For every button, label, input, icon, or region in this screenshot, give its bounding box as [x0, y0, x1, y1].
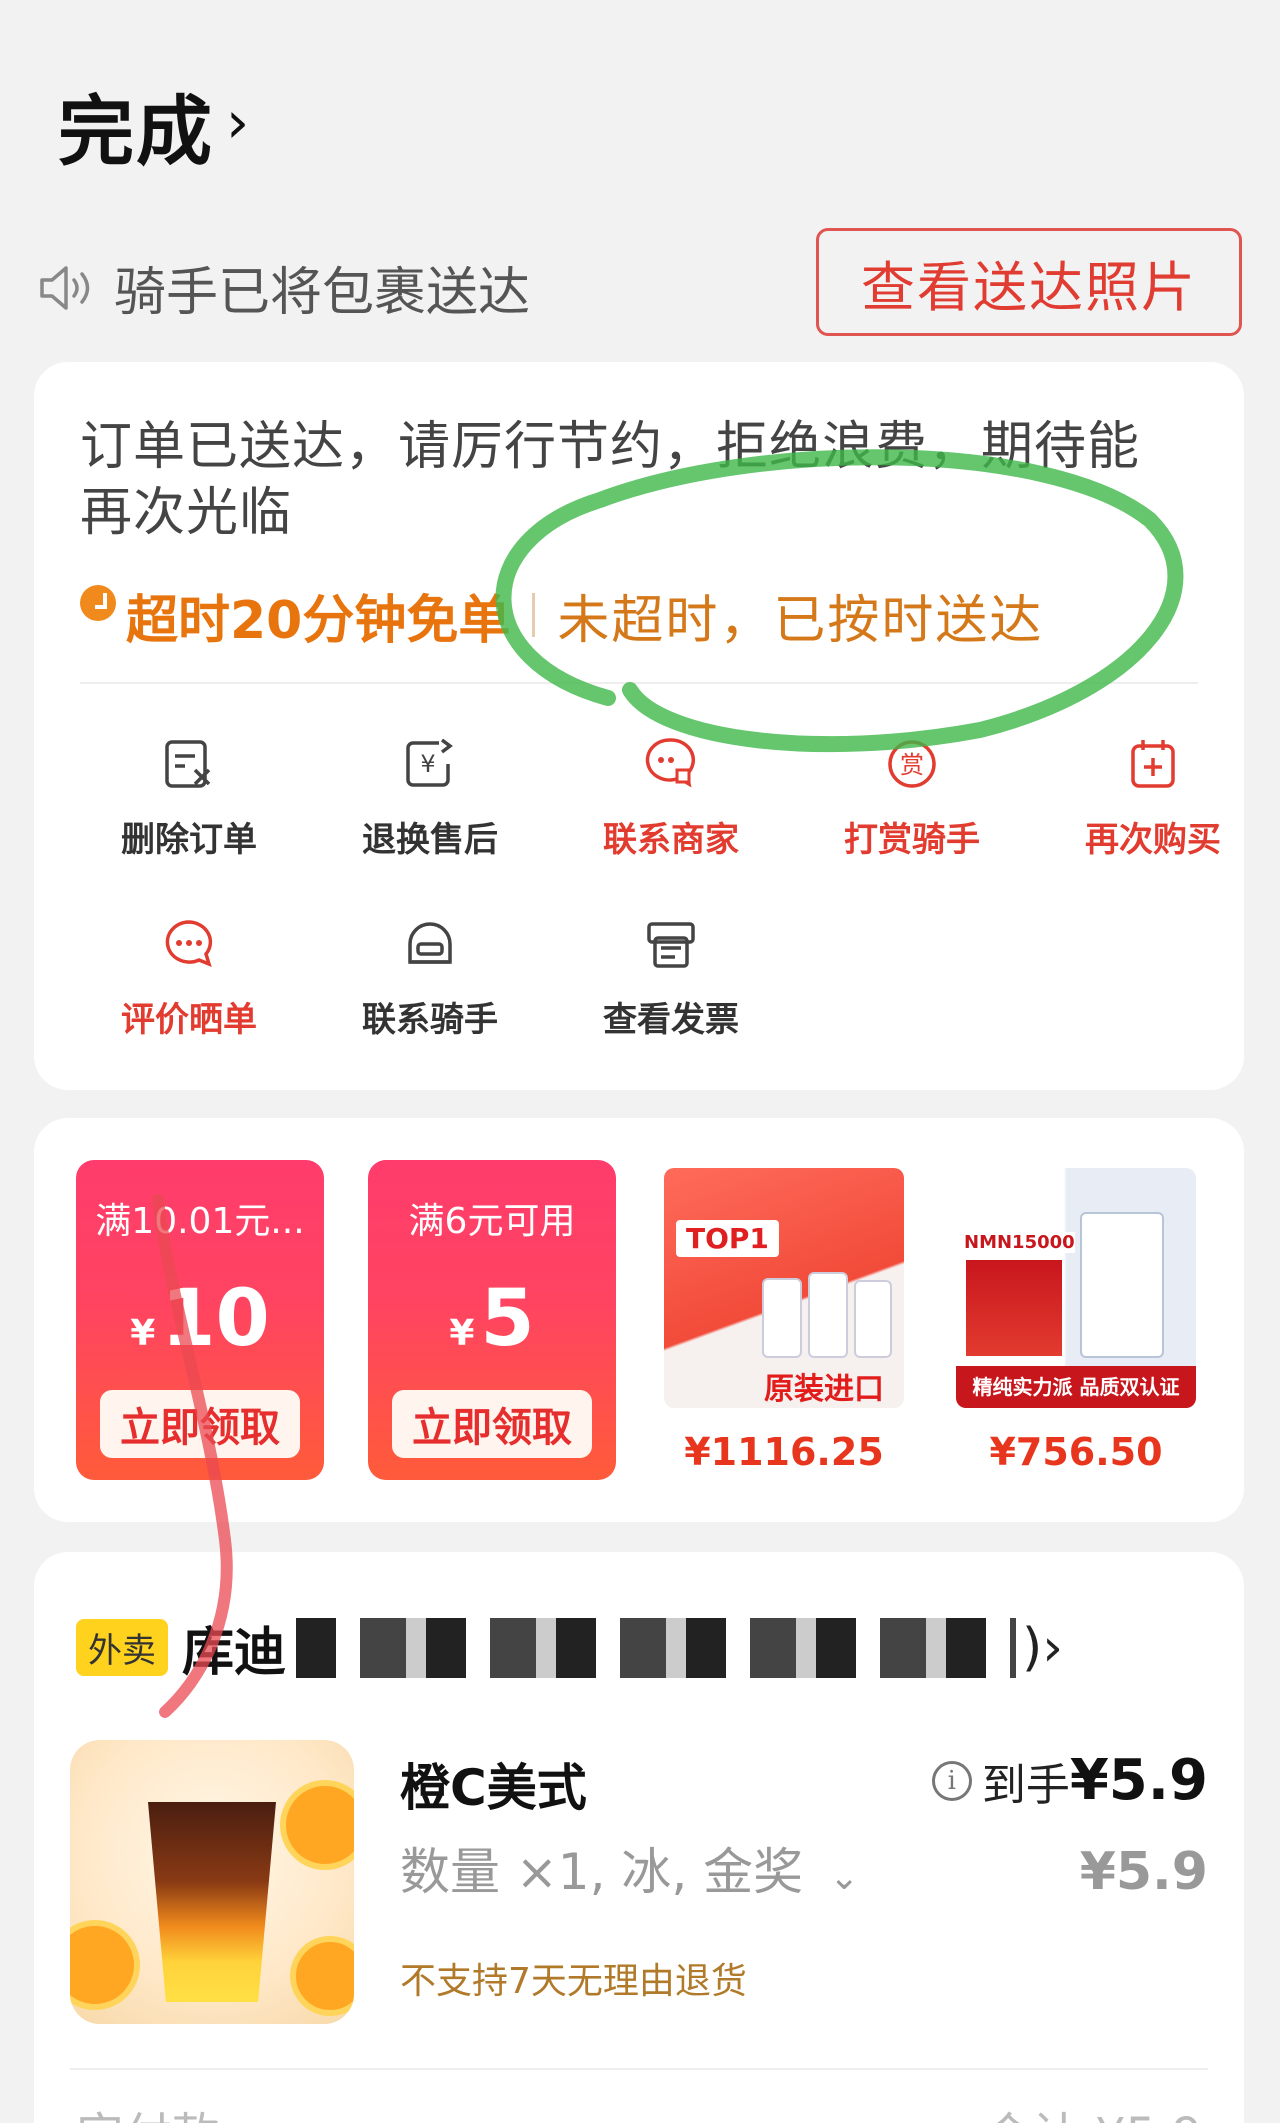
cup-illustration: [148, 1802, 276, 2002]
contact-merchant-icon: [645, 738, 695, 788]
info-icon[interactable]: i: [931, 1760, 972, 1801]
bottle-shape: [854, 1280, 892, 1358]
action-tip-rider[interactable]: 赏 打赏骑手: [812, 734, 1012, 861]
action-view-invoice[interactable]: 查看发票: [571, 914, 771, 1041]
order-message: 订单已送达，请厉行节约，拒绝浪费，期待能再次光临: [80, 417, 1141, 543]
store-name: 库迪: [182, 1623, 287, 1683]
takeout-badge: 外卖: [76, 1619, 168, 1676]
coupon-card[interactable]: 满6元可用 ¥5 立即领取: [368, 1160, 616, 1480]
product-image: NMN15000 精纯实力派 品质双认证: [956, 1168, 1196, 1408]
coupon-currency: ¥: [130, 1313, 156, 1354]
speaker-icon: [40, 265, 90, 310]
bottle-shape: [808, 1272, 848, 1358]
invoice-icon: [647, 922, 695, 968]
product-box-shape: [1080, 1212, 1164, 1358]
action-label: 评价晒单: [121, 1000, 257, 1040]
product-tag: NMN15000: [964, 1232, 1075, 1253]
redacted-store-name: [296, 1617, 1017, 1678]
price-value: ¥5.9: [1069, 1748, 1208, 1813]
orange-slice-decoration: [280, 1780, 354, 1870]
refund-icon: ¥: [406, 738, 453, 787]
payment-label: 实付款: [76, 2096, 220, 2123]
action-label: 退换售后: [362, 820, 498, 860]
chevron-right-icon: )›: [1022, 1617, 1064, 1678]
product-banner: 原装进口: [764, 1372, 884, 1407]
overtime-promo[interactable]: 超时20分钟免单 未超时，已按时送达: [80, 570, 1043, 660]
coupon-recommend-card: 满10.01元... ¥10 立即领取 满6元可用 ¥5 立即领取 TOP1 原…: [34, 1118, 1244, 1522]
coupon-amount: ¥10: [76, 1274, 324, 1364]
recommended-product[interactable]: TOP1 原装进口 ¥1116.25: [664, 1168, 904, 1474]
action-contact-merchant[interactable]: 联系商家: [571, 734, 771, 861]
chevron-down-icon: ⌄: [829, 1857, 860, 1898]
item-spec-text: 数量 ×1, 冰, 金奖: [400, 1843, 804, 1901]
delivery-notice: 骑手已将包裹送达: [38, 250, 530, 325]
coupon-amount: ¥5: [368, 1274, 616, 1364]
coupon-condition: 满10.01元...: [95, 1201, 305, 1242]
action-contact-rider[interactable]: 联系骑手: [330, 914, 530, 1041]
delete-order-icon: [165, 740, 211, 788]
order-status-card: 订单已送达，请厉行节约，拒绝浪费，期待能再次光临 超时20分钟免单 未超时，已按…: [34, 362, 1244, 1090]
coupon-value: 10: [161, 1274, 270, 1364]
item-name: 橙C美式: [400, 1759, 587, 1817]
action-label: 打赏骑手: [844, 820, 980, 860]
product-image: TOP1 原装进口: [664, 1168, 904, 1408]
promo-status-text: 未超时，已按时送达: [557, 590, 1044, 651]
action-delete-order[interactable]: 删除订单: [89, 734, 289, 861]
product-price: ¥1116.25: [684, 1430, 884, 1474]
svg-text:¥: ¥: [420, 750, 435, 778]
action-buy-again[interactable]: 再次购买: [1053, 734, 1253, 861]
action-refund[interactable]: ¥ 退换售后: [330, 734, 530, 861]
chevron-right-icon: ›: [226, 88, 252, 156]
no-return-note: 不支持7天无理由退货: [400, 1961, 747, 2002]
coupon-condition: 满6元可用: [408, 1201, 576, 1242]
product-price: ¥756.50: [989, 1430, 1163, 1474]
notice-text: 骑手已将包裹送达: [114, 263, 531, 323]
payment-total: 合计 ¥5.9: [984, 2096, 1202, 2123]
promo-divider: [532, 593, 536, 637]
action-label: 删除订单: [121, 820, 257, 860]
tip-rider-icon: 赏: [888, 740, 936, 788]
review-icon: [165, 920, 213, 967]
coupon-currency: ¥: [449, 1313, 475, 1354]
action-label: 再次购买: [1085, 820, 1221, 860]
item-final-price: i 到手 ¥5.9: [931, 1748, 1208, 1813]
action-label: 联系骑手: [362, 1000, 498, 1040]
claim-coupon-button[interactable]: 立即领取: [100, 1390, 300, 1458]
payment-row: 实付款 合计 ¥5.9: [76, 2096, 1202, 2123]
item-original-price: ¥5.9: [1079, 1842, 1208, 1902]
action-review[interactable]: 评价晒单: [89, 914, 289, 1041]
price-label: 到手: [981, 1759, 1070, 1811]
bottle-shape: [762, 1278, 802, 1358]
action-label: 查看发票: [603, 1000, 739, 1040]
divider: [80, 682, 1198, 684]
item-thumbnail[interactable]: [70, 1740, 354, 2024]
clock-icon: [80, 585, 116, 621]
view-delivery-photo-button[interactable]: 查看送达照片: [816, 228, 1242, 336]
promo-main-text: 超时20分钟免单: [126, 590, 511, 651]
store-header[interactable]: 外卖 库迪 )›: [76, 1610, 1063, 1685]
orange-slice-decoration: [70, 1920, 140, 2010]
buy-again-icon: [1131, 740, 1175, 788]
product-banner: 精纯实力派 品质双认证: [956, 1366, 1196, 1408]
coupon-card[interactable]: 满10.01元... ¥10 立即领取: [76, 1160, 324, 1480]
status-title: 完成: [58, 87, 214, 176]
divider: [70, 2068, 1208, 2070]
item-spec[interactable]: 数量 ×1, 冰, 金奖 ⌄: [400, 1832, 859, 1904]
recommended-product[interactable]: NMN15000 精纯实力派 品质双认证 ¥756.50: [956, 1168, 1196, 1474]
claim-coupon-button[interactable]: 立即领取: [392, 1390, 592, 1458]
order-item-card: 外卖 库迪 )› 橙C美式 数量 ×1, 冰, 金奖 ⌄ 不支持7天无理由退货 …: [34, 1552, 1244, 2123]
product-label-block: [966, 1260, 1062, 1356]
product-tag: TOP1: [676, 1220, 779, 1257]
orange-slice-decoration: [290, 1936, 354, 2016]
action-label: 联系商家: [603, 820, 739, 860]
contact-rider-icon: [408, 922, 452, 964]
page-title[interactable]: 完成 ›: [58, 70, 251, 180]
svg-text:赏: 赏: [900, 751, 924, 779]
coupon-value: 5: [480, 1274, 535, 1364]
